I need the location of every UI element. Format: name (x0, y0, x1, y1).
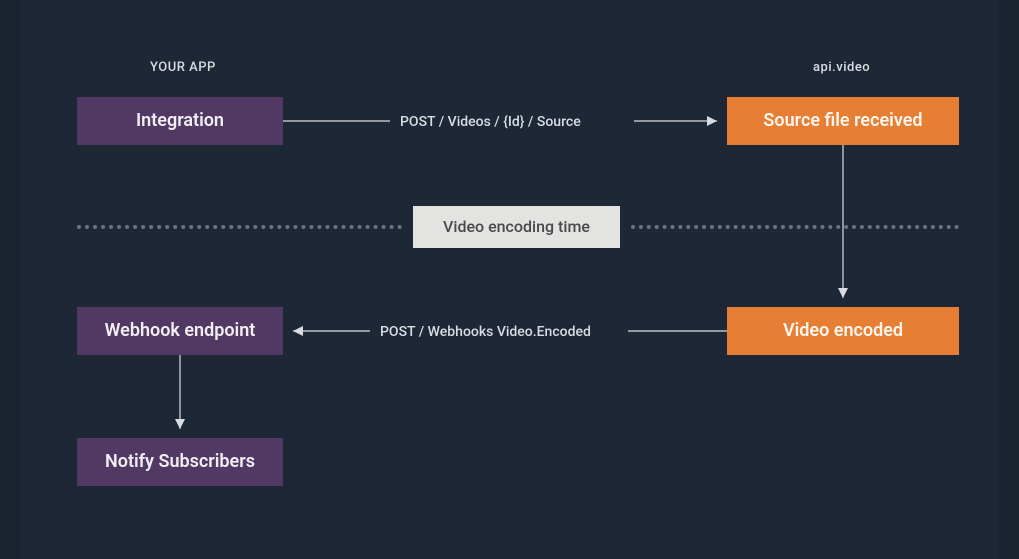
header-your-app: YOUR APP (150, 60, 216, 75)
node-encoding-time: Video encoding time (413, 206, 620, 248)
divider-dotted-right (631, 225, 959, 229)
node-webhook-endpoint: Webhook endpoint (77, 307, 283, 355)
flow-post-webhook: POST / Webhooks Video.Encoded (380, 324, 591, 340)
node-source-received: Source file received (727, 97, 959, 145)
flow-post-source: POST / Videos / {Id} / Source (400, 114, 581, 130)
divider-dotted-left (77, 225, 402, 229)
header-api-video: api.video (813, 60, 870, 75)
diagram-canvas: YOUR APP api.video Integration Source fi… (20, 0, 999, 559)
node-notify-subscribers: Notify Subscribers (77, 438, 283, 486)
node-video-encoded: Video encoded (727, 307, 959, 355)
node-integration: Integration (77, 97, 283, 145)
